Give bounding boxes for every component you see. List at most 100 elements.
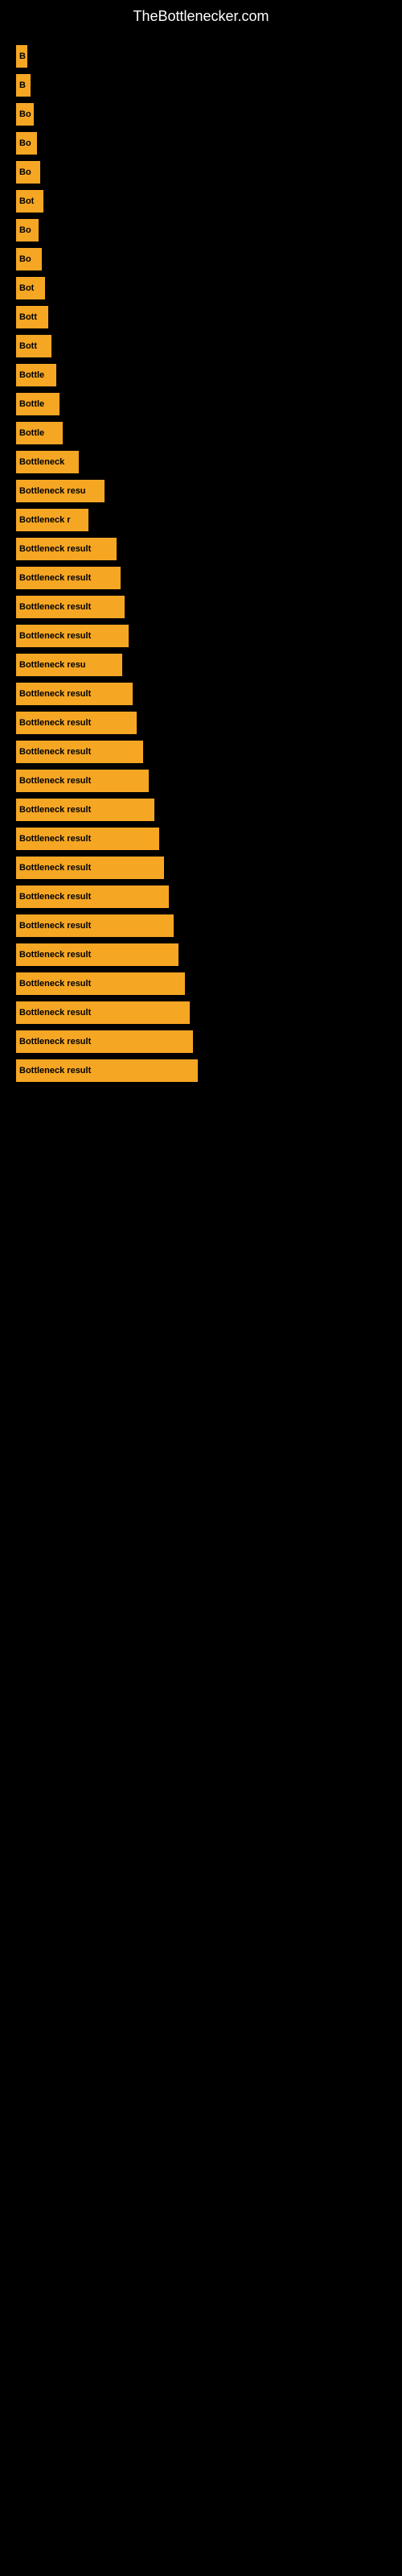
bar-row: Bottleneck result bbox=[16, 886, 386, 908]
bars-container: B B Bo Bo Bo Bot Bo Bo Bot Bott Bott Bottle Bottle Bo… bbox=[0, 37, 402, 1096]
bar-item: Bottleneck result bbox=[16, 683, 133, 705]
bar-item: Bottleneck r bbox=[16, 509, 88, 531]
bar-item: Bottleneck result bbox=[16, 886, 169, 908]
bar-label: Bottleneck result bbox=[19, 892, 91, 902]
bar-item: Bottle bbox=[16, 364, 56, 386]
bar-row: Bottleneck result bbox=[16, 799, 386, 821]
bar-item: Bottleneck result bbox=[16, 828, 159, 850]
bar-item: Bottleneck result bbox=[16, 914, 174, 937]
bar-label: Bottleneck result bbox=[19, 921, 91, 931]
bar-row: Bo bbox=[16, 132, 386, 155]
bar-label: Bottle bbox=[19, 399, 44, 409]
bar-label: Bottleneck result bbox=[19, 776, 91, 786]
bar-row: Bo bbox=[16, 103, 386, 126]
bar-label: Bottleneck r bbox=[19, 515, 71, 525]
bar-item: Bo bbox=[16, 103, 34, 126]
bar-item: Bottleneck result bbox=[16, 741, 143, 763]
bar-row: Bottleneck result bbox=[16, 943, 386, 966]
bar-item: Bot bbox=[16, 277, 45, 299]
bar-label: Bottle bbox=[19, 370, 44, 380]
bar-row: Bottleneck resu bbox=[16, 654, 386, 676]
bar-label: Bottleneck result bbox=[19, 979, 91, 989]
bar-item: Bottleneck resu bbox=[16, 654, 122, 676]
bar-row: Bottleneck result bbox=[16, 567, 386, 589]
bar-item: B bbox=[16, 45, 27, 68]
bar-row: Bott bbox=[16, 335, 386, 357]
bar-label: Bottleneck result bbox=[19, 689, 91, 699]
bar-item: Bo bbox=[16, 132, 37, 155]
bar-item: Bot bbox=[16, 190, 43, 213]
bar-item: Bottleneck result bbox=[16, 1001, 190, 1024]
bar-label: Bott bbox=[19, 312, 37, 322]
bar-row: Bottleneck result bbox=[16, 1001, 386, 1024]
bar-row: Bottleneck result bbox=[16, 596, 386, 618]
bar-label: Bottleneck result bbox=[19, 602, 91, 612]
bar-item: Bo bbox=[16, 161, 40, 184]
bar-row: Bottle bbox=[16, 422, 386, 444]
bar-label: Bo bbox=[19, 109, 31, 119]
bar-row: Bo bbox=[16, 219, 386, 242]
bar-item: Bottleneck result bbox=[16, 943, 178, 966]
bar-row: Bottleneck result bbox=[16, 625, 386, 647]
bar-label: Bottleneck result bbox=[19, 544, 91, 554]
bar-item: Bottleneck result bbox=[16, 625, 129, 647]
bar-row: Bottleneck result bbox=[16, 538, 386, 560]
site-title: TheBottlenecker.com bbox=[0, 0, 402, 37]
bar-item: Bottleneck result bbox=[16, 770, 149, 792]
bar-row: Bottle bbox=[16, 393, 386, 415]
bar-label: Bottleneck result bbox=[19, 834, 91, 844]
bar-label: Bo bbox=[19, 225, 31, 235]
bar-row: Bo bbox=[16, 161, 386, 184]
bar-row: Bottleneck result bbox=[16, 712, 386, 734]
bar-row: Bottleneck result bbox=[16, 828, 386, 850]
bar-label: Bo bbox=[19, 254, 31, 264]
bar-row: Bottleneck resu bbox=[16, 480, 386, 502]
bar-label: Bottleneck result bbox=[19, 1008, 91, 1018]
bar-row: Bottleneck result bbox=[16, 741, 386, 763]
bar-row: Bottleneck result bbox=[16, 914, 386, 937]
bar-label: Bottleneck result bbox=[19, 805, 91, 815]
bar-label: B bbox=[19, 80, 26, 90]
bar-row: Bottleneck bbox=[16, 451, 386, 473]
bar-item: Bott bbox=[16, 306, 48, 328]
bar-item: B bbox=[16, 74, 31, 97]
bar-row: Bott bbox=[16, 306, 386, 328]
bar-label: Bottleneck result bbox=[19, 631, 91, 641]
bar-item: Bottleneck result bbox=[16, 596, 125, 618]
bar-item: Bottleneck result bbox=[16, 567, 121, 589]
bar-row: Bottleneck result bbox=[16, 1030, 386, 1053]
bar-label: Bot bbox=[19, 283, 34, 293]
bar-row: Bot bbox=[16, 190, 386, 213]
bar-label: Bottleneck result bbox=[19, 1037, 91, 1046]
bar-label: Bottleneck result bbox=[19, 573, 91, 583]
bar-item: Bottleneck bbox=[16, 451, 79, 473]
bar-label: Bottleneck result bbox=[19, 1066, 91, 1075]
bar-item: Bottle bbox=[16, 422, 63, 444]
bar-row: Bottleneck result bbox=[16, 857, 386, 879]
bar-label: Bottleneck resu bbox=[19, 486, 86, 496]
bar-label: Bottle bbox=[19, 428, 44, 438]
bar-item: Bottleneck result bbox=[16, 1030, 193, 1053]
bar-row: B bbox=[16, 45, 386, 68]
bar-item: Bottleneck result bbox=[16, 1059, 198, 1082]
bar-label: Bottleneck result bbox=[19, 863, 91, 873]
bar-row: B bbox=[16, 74, 386, 97]
bar-row: Bottleneck r bbox=[16, 509, 386, 531]
bar-label: Bo bbox=[19, 167, 31, 177]
bar-item: Bottleneck resu bbox=[16, 480, 105, 502]
bar-label: Bo bbox=[19, 138, 31, 148]
bar-row: Bottleneck result bbox=[16, 770, 386, 792]
bar-label: Bottleneck resu bbox=[19, 660, 86, 670]
bar-label: Bot bbox=[19, 196, 34, 206]
bar-item: Bottleneck result bbox=[16, 857, 164, 879]
bar-item: Bottleneck result bbox=[16, 538, 117, 560]
bar-item: Bott bbox=[16, 335, 51, 357]
bar-row: Bottle bbox=[16, 364, 386, 386]
bar-row: Bottleneck result bbox=[16, 1059, 386, 1082]
bar-item: Bottle bbox=[16, 393, 59, 415]
bar-label: Bottleneck result bbox=[19, 747, 91, 757]
bar-row: Bottleneck result bbox=[16, 972, 386, 995]
bar-label: Bottleneck bbox=[19, 457, 64, 467]
bar-item: Bottleneck result bbox=[16, 799, 154, 821]
bar-item: Bo bbox=[16, 219, 39, 242]
